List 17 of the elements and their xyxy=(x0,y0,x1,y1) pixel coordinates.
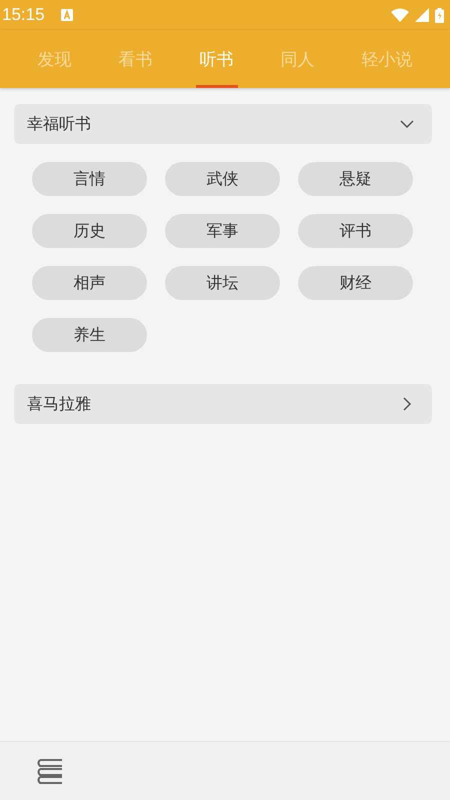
genre-chip[interactable]: 相声 xyxy=(32,266,147,300)
genre-chip[interactable]: 悬疑 xyxy=(298,162,413,196)
category-header[interactable]: 幸福听书 xyxy=(14,104,432,144)
genre-chip[interactable]: 讲坛 xyxy=(165,266,280,300)
wifi-icon xyxy=(391,8,409,22)
genre-chip[interactable]: 历史 xyxy=(32,214,147,248)
genre-chip[interactable]: 养生 xyxy=(32,318,147,352)
genre-chip[interactable]: 财经 xyxy=(298,266,413,300)
genre-chip[interactable]: 军事 xyxy=(165,214,280,248)
status-time: 15:15 xyxy=(2,5,45,25)
genre-chip[interactable]: 言情 xyxy=(32,162,147,196)
signal-icon xyxy=(415,8,429,22)
genre-chip[interactable]: 评书 xyxy=(298,214,413,248)
category-header[interactable]: 喜马拉雅 xyxy=(14,384,432,424)
genre-chip[interactable]: 武侠 xyxy=(165,162,280,196)
notification-icon xyxy=(60,9,73,21)
battery-icon xyxy=(435,8,444,22)
